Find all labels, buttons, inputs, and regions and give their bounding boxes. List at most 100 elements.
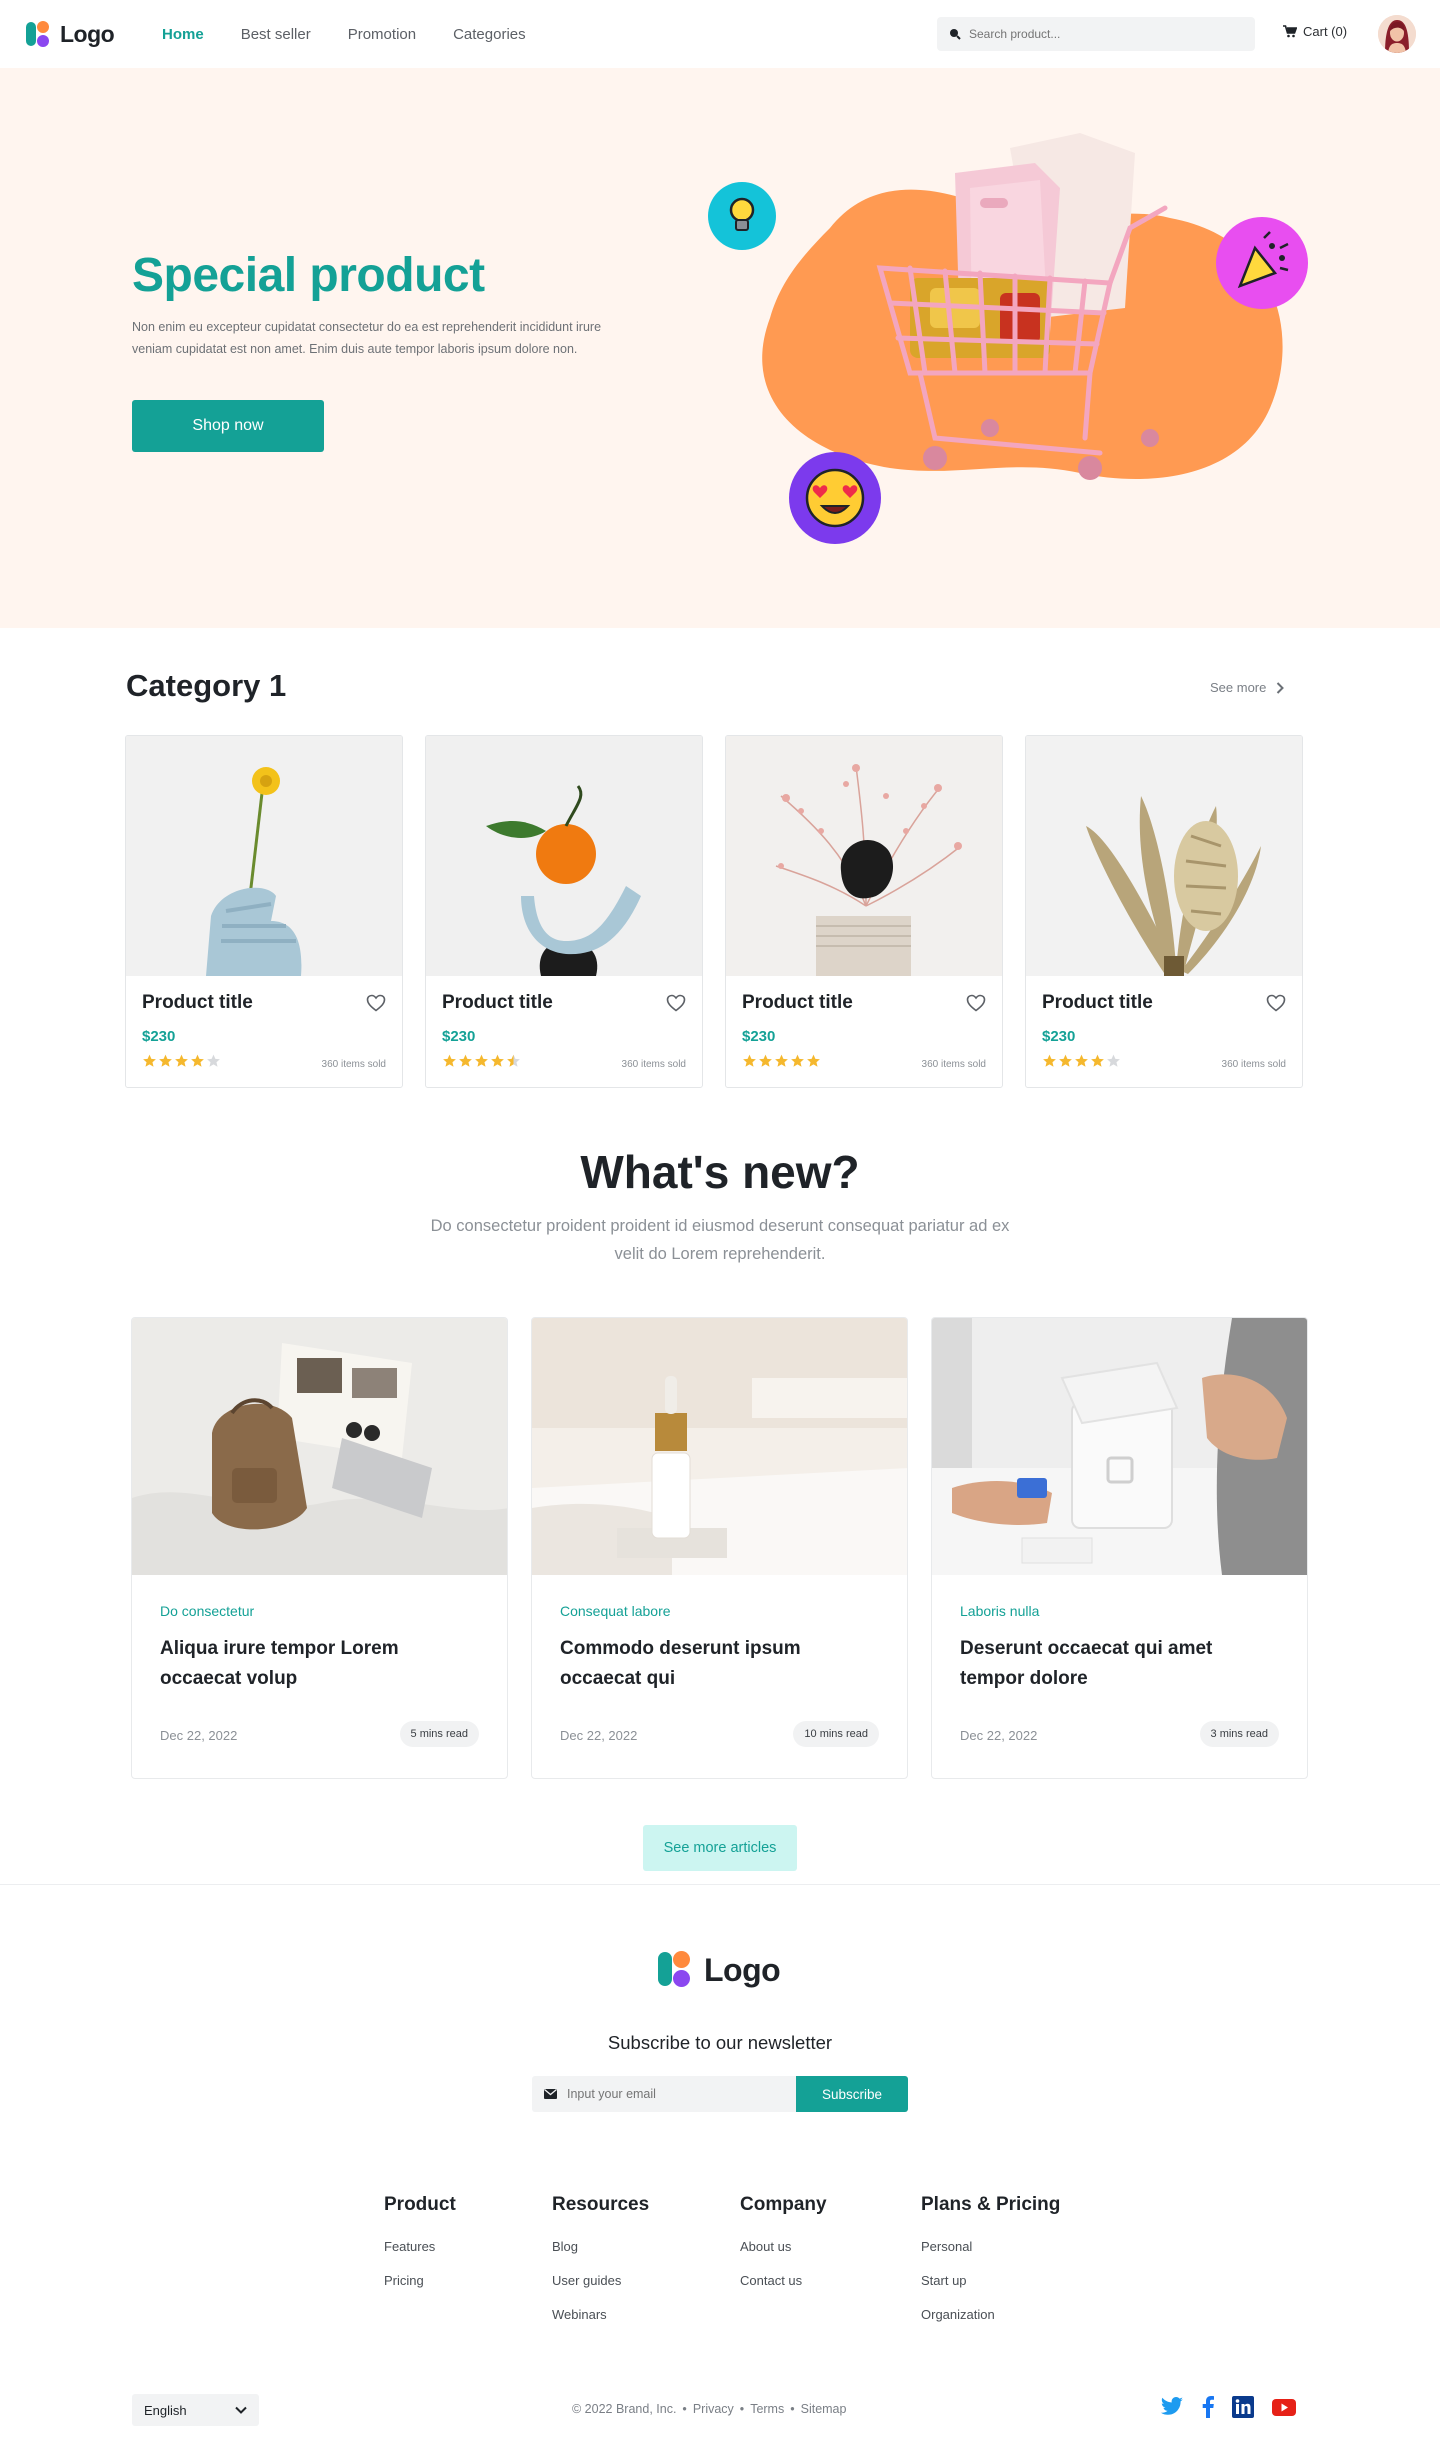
- cart-icon: [1283, 25, 1297, 38]
- hero-banner: Special product Non enim eu excepteur cu…: [0, 68, 1440, 628]
- cart-button[interactable]: Cart (0): [1283, 24, 1347, 39]
- product-card[interactable]: Product title $230 360 items sold: [125, 735, 403, 1088]
- product-price: $230: [742, 1028, 776, 1045]
- footer-column-product: Product Features Pricing: [384, 2194, 456, 2298]
- logo[interactable]: Logo: [26, 19, 115, 49]
- product-title: Product title: [142, 992, 253, 1013]
- article-category[interactable]: Do consectetur: [160, 1603, 254, 1619]
- star-rating: [1042, 1054, 1121, 1068]
- sitemap-link[interactable]: Sitemap: [801, 2402, 847, 2416]
- logo-mark-icon: [658, 1950, 698, 1990]
- nav-link-promotion[interactable]: Promotion: [348, 26, 416, 43]
- items-sold: 360 items sold: [621, 1059, 686, 1070]
- footer-divider: [0, 1884, 1440, 1885]
- twitter-icon[interactable]: [1160, 2397, 1184, 2417]
- article-date: Dec 22, 2022: [160, 1728, 238, 1743]
- items-sold: 360 items sold: [321, 1059, 386, 1070]
- items-sold: 360 items sold: [921, 1059, 986, 1070]
- language-select[interactable]: English: [132, 2394, 259, 2426]
- see-more-link[interactable]: See more: [1210, 680, 1285, 695]
- read-time-badge: 3 mins read: [1199, 1721, 1279, 1747]
- nav-link-best-seller[interactable]: Best seller: [241, 26, 311, 43]
- article-title[interactable]: Aliqua irure tempor Lorem occaecat volup: [160, 1634, 480, 1694]
- product-card[interactable]: Product title $230 360 items sold: [425, 735, 703, 1088]
- nav-links: Home Best seller Promotion Categories: [162, 0, 526, 68]
- star-filled-icon: [1043, 1054, 1056, 1067]
- star-filled-icon: [507, 1054, 520, 1067]
- email-field-wrapper[interactable]: [532, 2076, 796, 2112]
- footer-link-blog[interactable]: Blog: [552, 2230, 649, 2264]
- footer-heading: Company: [740, 2194, 827, 2215]
- article-title[interactable]: Commodo deserunt ipsum occaecat qui: [560, 1634, 880, 1694]
- article-card[interactable]: Laboris nulla Deserunt occaecat qui amet…: [931, 1317, 1308, 1779]
- star-filled-icon: [1059, 1054, 1072, 1067]
- article-list: Do consectetur Aliqua irure tempor Lorem…: [131, 1317, 1308, 1779]
- lightbulb-icon: [708, 182, 776, 250]
- footer-link-organization[interactable]: Organization: [921, 2298, 1060, 2332]
- see-more-articles-button[interactable]: See more articles: [643, 1825, 797, 1871]
- top-nav: Logo Home Best seller Promotion Categori…: [0, 0, 1440, 68]
- read-time-badge: 10 mins read: [793, 1721, 879, 1747]
- product-title: Product title: [1042, 992, 1153, 1013]
- read-time-badge: 5 mins read: [399, 1721, 479, 1747]
- star-empty-icon: [1107, 1054, 1120, 1067]
- cart-label: Cart (0): [1303, 24, 1348, 39]
- whats-new-title: What's new?: [580, 1146, 860, 1198]
- footer-link-start-up[interactable]: Start up: [921, 2264, 1060, 2298]
- product-card[interactable]: Product title $230 360 items sold: [1025, 735, 1303, 1088]
- heart-icon[interactable]: [366, 994, 386, 1012]
- product-card[interactable]: Product title $230 360 items sold: [725, 735, 1003, 1088]
- footer-column-resources: Resources Blog User guides Webinars: [552, 2194, 649, 2332]
- privacy-link[interactable]: Privacy: [693, 2402, 734, 2416]
- bullet-separator: •: [790, 2402, 795, 2416]
- shop-now-button[interactable]: Shop now: [132, 400, 324, 452]
- footer-link-personal[interactable]: Personal: [921, 2230, 1060, 2264]
- nav-link-categories[interactable]: Categories: [453, 26, 526, 43]
- facebook-icon[interactable]: [1202, 2396, 1214, 2418]
- footer-logo-text: Logo: [704, 1951, 781, 1988]
- article-category[interactable]: Laboris nulla: [960, 1603, 1039, 1619]
- footer-heading: Resources: [552, 2194, 650, 2215]
- copyright: © 2022 Brand, Inc.: [572, 2402, 677, 2416]
- items-sold: 360 items sold: [1221, 1059, 1286, 1070]
- heart-icon[interactable]: [966, 994, 986, 1012]
- footer-logo[interactable]: Logo: [658, 1950, 781, 1990]
- article-card[interactable]: Consequat labore Commodo deserunt ipsum …: [531, 1317, 908, 1779]
- avatar[interactable]: [1378, 15, 1416, 53]
- star-filled-icon: [491, 1054, 504, 1067]
- whats-new-description: Do consectetur proident proident id eius…: [430, 1217, 1010, 1263]
- footer-link-webinars[interactable]: Webinars: [552, 2298, 649, 2332]
- footer-link-contact-us[interactable]: Contact us: [740, 2264, 827, 2298]
- linkedin-icon[interactable]: [1232, 2396, 1254, 2418]
- search-box[interactable]: [937, 17, 1255, 51]
- email-field[interactable]: [567, 2087, 767, 2101]
- category-title: Category 1: [126, 668, 287, 703]
- chevron-right-icon: [1277, 681, 1285, 694]
- article-category[interactable]: Consequat labore: [560, 1603, 671, 1619]
- heart-icon[interactable]: [1266, 994, 1286, 1012]
- bullet-separator: •: [682, 2402, 687, 2416]
- terms-link[interactable]: Terms: [750, 2402, 784, 2416]
- star-filled-icon: [475, 1054, 488, 1067]
- star-empty-icon: [207, 1054, 220, 1067]
- footer-link-about-us[interactable]: About us: [740, 2230, 827, 2264]
- nav-link-home[interactable]: Home: [162, 26, 204, 43]
- youtube-icon[interactable]: [1272, 2398, 1296, 2416]
- article-title[interactable]: Deserunt occaecat qui amet tempor dolore: [960, 1634, 1280, 1694]
- star-filled-icon: [807, 1054, 820, 1067]
- heart-icon[interactable]: [666, 994, 686, 1012]
- subscribe-button[interactable]: Subscribe: [796, 2076, 908, 2112]
- footer-link-features[interactable]: Features: [384, 2230, 456, 2264]
- product-title: Product title: [442, 992, 553, 1013]
- product-price: $230: [142, 1028, 176, 1045]
- footer-link-user-guides[interactable]: User guides: [552, 2264, 649, 2298]
- party-popper-icon: [1216, 217, 1308, 309]
- search-input[interactable]: [969, 27, 1229, 41]
- star-filled-icon: [175, 1054, 188, 1067]
- newsletter-title: Subscribe to our newsletter: [607, 2032, 833, 2053]
- footer-link-pricing[interactable]: Pricing: [384, 2264, 456, 2298]
- star-filled-icon: [743, 1054, 756, 1067]
- star-rating: [142, 1054, 221, 1068]
- product-price: $230: [1042, 1028, 1076, 1045]
- article-card[interactable]: Do consectetur Aliqua irure tempor Lorem…: [131, 1317, 508, 1779]
